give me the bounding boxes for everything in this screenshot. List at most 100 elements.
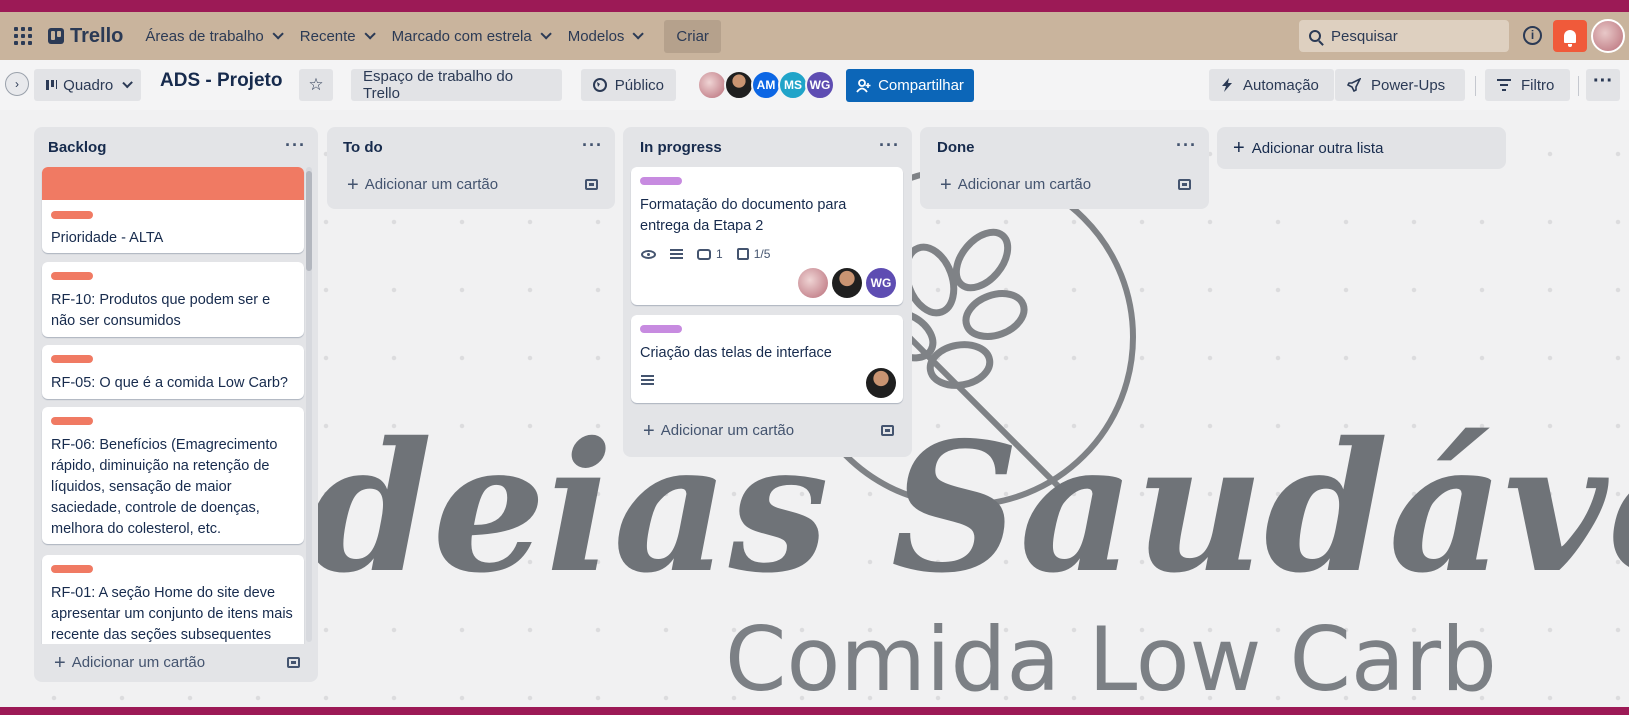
menu-workspaces-label: Áreas de trabalho <box>145 27 264 45</box>
card-title: Prioridade - ALTA <box>51 230 164 246</box>
list-title[interactable]: To do <box>343 139 383 156</box>
filter-button[interactable]: Filtro <box>1485 69 1570 101</box>
visibility-button[interactable]: Público <box>581 69 676 101</box>
list-title[interactable]: Done <box>937 139 975 156</box>
list-menu-button[interactable]: ··· <box>1176 135 1197 156</box>
card[interactable]: Prioridade - ALTA <box>42 167 304 253</box>
card-title: Formatação do documento para entrega da … <box>640 197 847 234</box>
menu-templates-label: Modelos <box>567 27 625 45</box>
plus-icon: + <box>940 173 952 196</box>
card-label-purple[interactable] <box>640 177 682 185</box>
list-todo[interactable]: To do ··· + Adicionar um cartão <box>327 127 615 209</box>
account-avatar[interactable] <box>1591 19 1625 53</box>
menu-workspaces[interactable]: Áreas de trabalho <box>135 20 289 53</box>
card-label-red[interactable] <box>51 272 93 280</box>
list-scrollbar-thumb[interactable] <box>306 171 312 271</box>
description-icon <box>670 249 683 259</box>
trello-logo-text: Trello <box>70 24 124 47</box>
member-avatar[interactable] <box>697 70 727 100</box>
app-window: Trello Áreas de trabalho Recente Marcado… <box>0 12 1629 707</box>
add-card-button[interactable]: + Adicionar um cartão <box>54 651 205 674</box>
card[interactable]: RF-10: Produtos que podem ser e não ser … <box>42 262 304 337</box>
card-member-avatar[interactable] <box>866 368 896 398</box>
sidebar-expand-button[interactable]: › <box>5 72 29 96</box>
view-switcher-label: Quadro <box>63 76 114 94</box>
add-card-button[interactable]: + Adicionar um cartão <box>643 421 794 441</box>
card-label-red[interactable] <box>51 417 93 425</box>
divider <box>1578 76 1579 96</box>
view-switcher-button[interactable]: Quadro <box>34 69 141 101</box>
menu-recent[interactable]: Recente <box>290 20 382 53</box>
notifications-button[interactable] <box>1553 20 1587 52</box>
background-brand-subtitle: Comida Low Carb <box>725 608 1497 707</box>
card-template-icon[interactable] <box>585 179 598 190</box>
list-menu-button[interactable]: ··· <box>582 135 603 156</box>
member-avatar-am[interactable]: AM <box>751 70 781 100</box>
card-title: RF-10: Produtos que podem ser e não ser … <box>51 292 271 329</box>
search-icon <box>1309 30 1321 42</box>
add-list-label: Adicionar outra lista <box>1251 139 1384 157</box>
trello-logo-icon <box>48 28 64 44</box>
list-in-progress[interactable]: In progress ··· Formatação do documento … <box>623 127 912 457</box>
card-member-avatar[interactable] <box>832 268 862 298</box>
add-card-button[interactable]: + Adicionar um cartão <box>347 173 498 196</box>
list-title[interactable]: In progress <box>640 139 722 156</box>
create-button[interactable]: Criar <box>664 19 721 53</box>
checklist-icon <box>736 248 749 260</box>
card-label-red[interactable] <box>51 565 93 573</box>
card-member-avatar-wg[interactable]: WG <box>866 268 896 298</box>
checklist-count: 1/5 <box>753 247 771 261</box>
card-template-icon[interactable] <box>1178 179 1191 190</box>
lightning-icon <box>1222 78 1232 92</box>
member-avatar[interactable] <box>724 70 754 100</box>
chevron-down-icon <box>364 28 376 40</box>
add-list-button[interactable]: + Adicionar outra lista <box>1217 127 1506 169</box>
card[interactable]: Formatação do documento para entrega da … <box>631 167 903 305</box>
info-icon[interactable]: i <box>1523 26 1542 45</box>
card-label-purple[interactable] <box>640 325 682 333</box>
list-cards-area: Prioridade - ALTA RF-10: Produtos que po… <box>34 127 318 644</box>
background-brand-title: deias Saudáveis <box>308 403 1629 612</box>
powerups-button[interactable]: Power-Ups <box>1335 69 1465 101</box>
list-scrollbar[interactable] <box>306 167 312 642</box>
list-done[interactable]: Done ··· + Adicionar um cartão <box>920 127 1209 209</box>
board-title[interactable]: ADS - Projeto <box>160 70 282 92</box>
card[interactable]: RF-05: O que é a comida Low Carb? <box>42 345 304 399</box>
card-template-icon[interactable] <box>881 425 894 436</box>
menu-starred[interactable]: Marcado com estrela <box>382 20 558 53</box>
plus-icon: + <box>347 173 359 196</box>
chevron-down-icon <box>272 28 284 40</box>
add-card-button[interactable]: + Adicionar um cartão <box>940 173 1092 196</box>
globe-icon <box>593 78 607 92</box>
share-button[interactable]: Compartilhar <box>846 69 974 102</box>
star-board-icon[interactable]: ☆ <box>299 69 333 101</box>
card[interactable]: Criação das telas de interface <box>631 315 903 403</box>
menu-recent-label: Recente <box>299 27 356 45</box>
card[interactable]: RF-01: A seção Home do site deve apresen… <box>42 555 304 644</box>
add-card-label: Adicionar um cartão <box>957 176 1092 193</box>
card[interactable]: RF-06: Benefícios (Emagrecimento rápido,… <box>42 407 304 544</box>
card-label-red[interactable] <box>51 211 93 219</box>
trello-logo[interactable]: Trello <box>48 25 123 48</box>
board-header: › Quadro ADS - Projeto ☆ Espaço de traba… <box>0 60 1629 110</box>
member-avatar-wg[interactable]: WG <box>805 70 835 100</box>
plus-icon: + <box>54 651 66 674</box>
filter-icon <box>1497 79 1511 91</box>
chevron-down-icon <box>540 28 552 40</box>
app-switcher-icon[interactable] <box>12 25 34 47</box>
menu-templates[interactable]: Modelos <box>558 20 651 53</box>
chevron-down-icon <box>632 28 645 40</box>
workspace-button[interactable]: Espaço de trabalho do Trello <box>351 68 562 102</box>
plus-icon: + <box>1233 137 1245 159</box>
search-input[interactable]: Pesquisar <box>1299 20 1509 52</box>
card-badges <box>641 375 668 385</box>
member-avatar-ms[interactable]: MS <box>778 70 808 100</box>
card-member-avatar[interactable] <box>798 268 828 298</box>
card-label-red[interactable] <box>51 355 93 363</box>
list-backlog[interactable]: Backlog ··· Prioridade - ALTA RF-10: Pro… <box>34 127 318 682</box>
automation-button[interactable]: Automação <box>1209 69 1334 101</box>
board-menu-button[interactable]: ··· <box>1586 69 1620 101</box>
board-members: AM MS WG <box>697 70 835 100</box>
list-menu-button[interactable]: ··· <box>879 135 900 156</box>
card-template-icon[interactable] <box>287 657 300 668</box>
